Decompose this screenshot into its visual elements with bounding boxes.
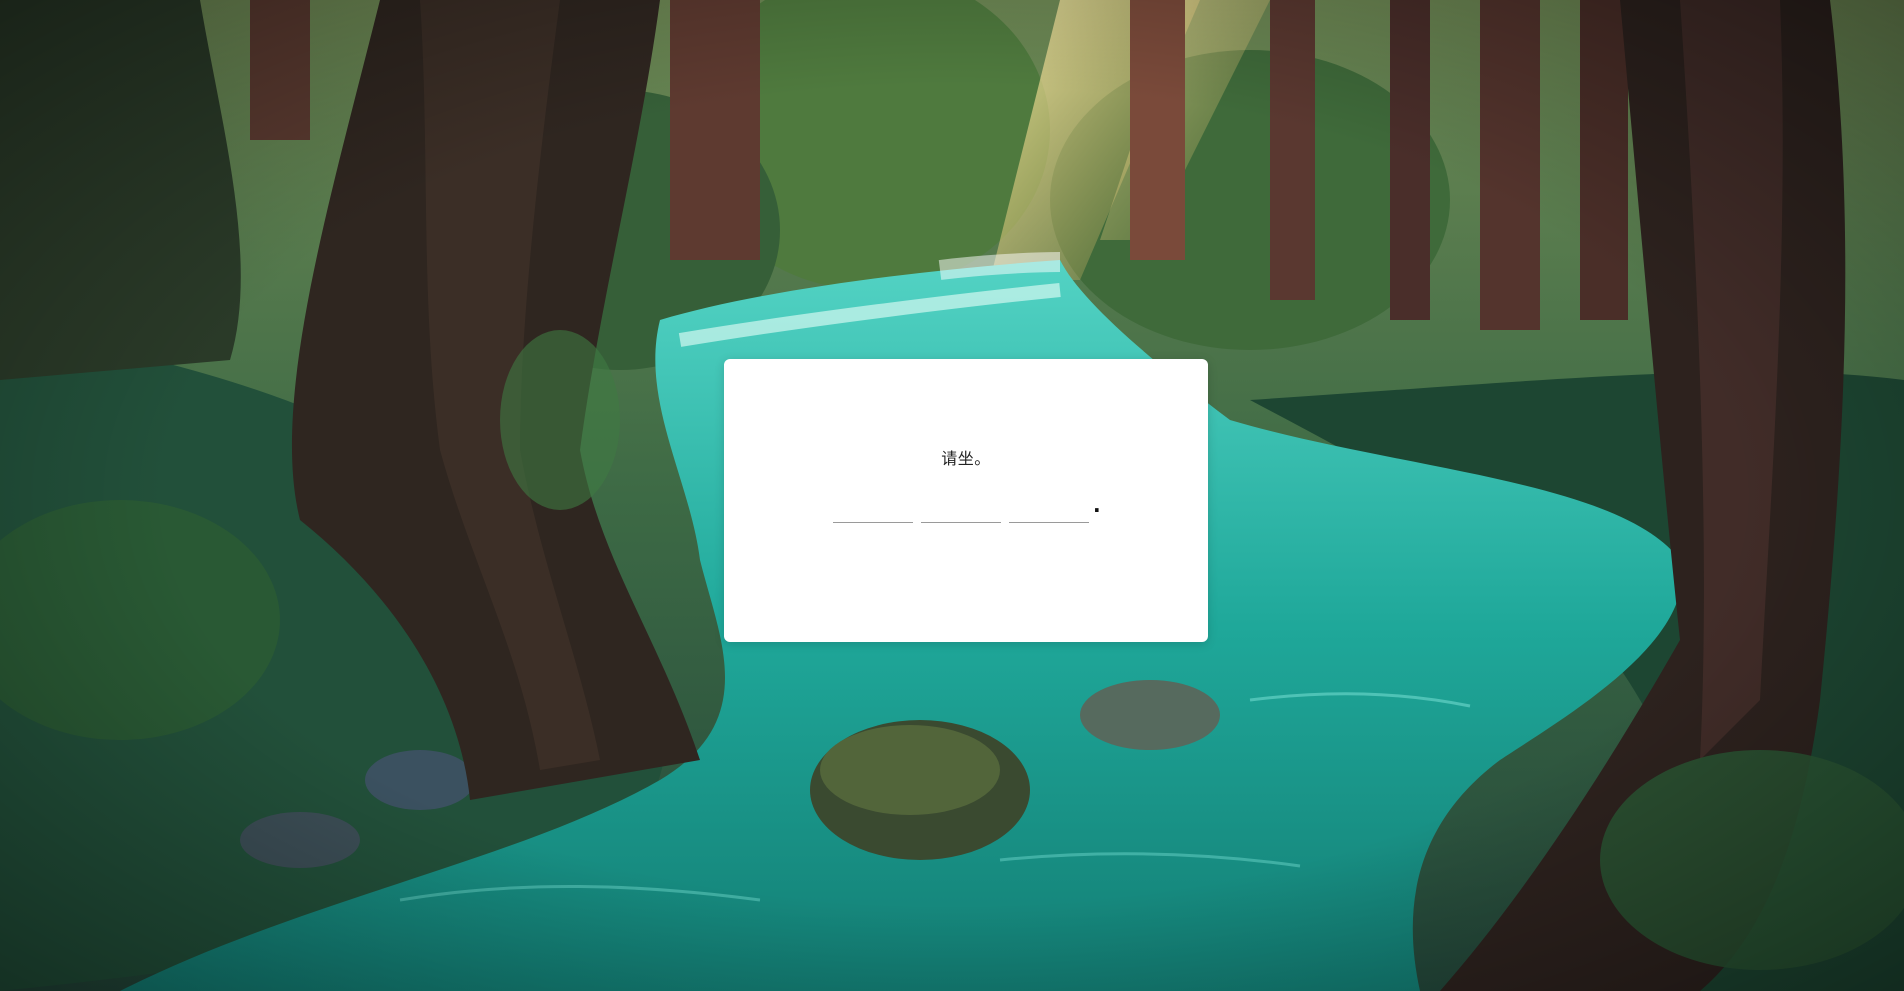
blank-input-2[interactable] (921, 496, 1001, 523)
forest-background: 请坐。 . (0, 0, 1904, 991)
prompt-text: 请坐。 (941, 449, 991, 468)
prompt-dialog: 请坐。 . (724, 359, 1208, 642)
sentence-period: . (1093, 493, 1101, 517)
answer-blanks: . (833, 493, 1101, 523)
blank-input-1[interactable] (833, 496, 913, 523)
blank-input-3[interactable] (1009, 496, 1089, 523)
